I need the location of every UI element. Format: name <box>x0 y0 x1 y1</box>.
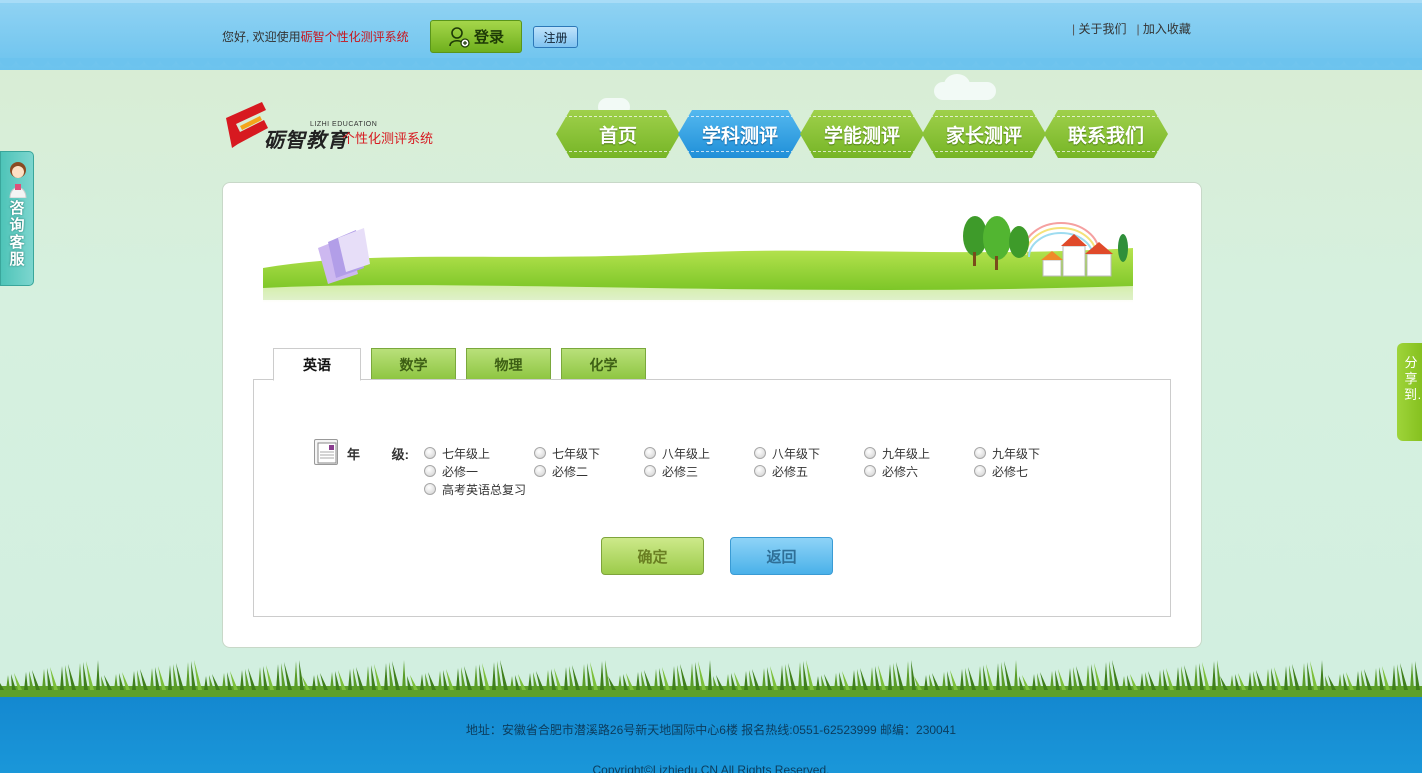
customer-service-widget[interactable]: 咨询客服 <box>0 151 34 286</box>
grade-option-required-1[interactable]: 必修一 <box>424 463 478 479</box>
grade-option-label: 必修五 <box>772 464 809 479</box>
grade-option-label: 必修三 <box>662 464 699 479</box>
logo-subtitle: 个性化测评系统 <box>342 131 434 146</box>
radio-icon[interactable] <box>424 483 436 495</box>
grade-option-required-2[interactable]: 必修二 <box>534 463 588 479</box>
grade-option-required-7[interactable]: 必修七 <box>974 463 1028 479</box>
grass-border-image <box>0 660 1422 700</box>
grade-option-7a[interactable]: 七年级上 <box>424 445 490 461</box>
confirm-button[interactable]: 确定 <box>601 537 704 575</box>
radio-icon[interactable] <box>644 465 656 477</box>
nav-parent-assessment[interactable]: 家长测评 <box>922 110 1046 158</box>
tab-english[interactable]: 英语 <box>273 348 361 381</box>
logo-mark-icon <box>226 102 268 148</box>
radio-icon[interactable] <box>974 465 986 477</box>
grade-option-8b[interactable]: 八年级下 <box>754 445 820 461</box>
consult-label: 咨询客服 <box>9 200 25 268</box>
radio-icon[interactable] <box>534 447 546 459</box>
cloud-decoration <box>944 74 970 96</box>
tab-math[interactable]: 数学 <box>371 348 456 380</box>
tab-physics[interactable]: 物理 <box>466 348 551 380</box>
welcome-greeting: 您好, 欢迎使用砺智个性化测评系统 <box>222 28 409 45</box>
wave-border <box>0 58 1422 74</box>
login-button[interactable]: 登录 <box>430 20 522 53</box>
service-agent-icon <box>9 162 27 198</box>
grade-label-left: 年 <box>347 447 361 462</box>
radio-icon[interactable] <box>424 465 436 477</box>
tab-chemistry[interactable]: 化学 <box>561 348 646 380</box>
add-favorite-link[interactable]: 加入收藏 <box>1136 22 1190 36</box>
radio-icon[interactable] <box>864 465 876 477</box>
grade-label-right: 级: <box>391 447 409 462</box>
grade-option-9a[interactable]: 九年级上 <box>864 445 930 461</box>
radio-icon[interactable] <box>754 465 766 477</box>
footer: 地址：安徽省合肥市潜溪路26号新天地国际中心6楼 报名热线:0551-62523… <box>0 697 1422 773</box>
share-widget[interactable]: 分享到… <box>1397 343 1422 441</box>
nav-subject-assessment[interactable]: 学科测评 <box>678 110 802 158</box>
grade-label: 年 级: <box>347 444 409 463</box>
user-icon <box>448 26 470 48</box>
grade-option-label: 高考英语总复习 <box>442 482 527 497</box>
grade-option-label: 七年级下 <box>552 446 601 461</box>
nav-home[interactable]: 首页 <box>556 110 680 158</box>
system-name: 砺智个性化测评系统 <box>300 30 409 44</box>
grade-option-label: 必修二 <box>552 464 589 479</box>
grade-option-label: 八年级下 <box>772 446 821 461</box>
footer-copyright: Copyright©Lizhiedu.CN All Rights Reserve… <box>592 763 830 773</box>
footer-address: 地址：安徽省合肥市潜溪路26号新天地国际中心6楼 报名热线:0551-62523… <box>465 723 957 737</box>
grade-option-required-6[interactable]: 必修六 <box>864 463 918 479</box>
logo-brand: 砺智教育 <box>264 130 348 152</box>
grade-option-label: 必修一 <box>442 464 479 479</box>
grade-option-gaokao-review[interactable]: 高考英语总复习 <box>424 481 526 497</box>
grade-option-label: 必修六 <box>882 464 919 479</box>
grade-option-required-5[interactable]: 必修五 <box>754 463 808 479</box>
about-us-link[interactable]: 关于我们 <box>1072 22 1126 36</box>
radio-icon[interactable] <box>754 447 766 459</box>
top-links: 关于我们加入收藏 <box>1072 20 1201 37</box>
brand-logo[interactable]: LIZHI EDUCATION 砺智教育 个性化测评系统 <box>222 98 447 153</box>
grade-option-label: 九年级下 <box>992 446 1041 461</box>
radio-icon[interactable] <box>424 447 436 459</box>
grass-banner-image <box>263 216 1133 303</box>
main-panel: 英语 数学 物理 化学 年 级: 七年级上 七年级下 八年级上 八年级下 九年级… <box>222 182 1202 648</box>
radio-icon[interactable] <box>644 447 656 459</box>
radio-icon[interactable] <box>974 447 986 459</box>
notebook-icon <box>314 439 338 465</box>
grade-option-label: 七年级上 <box>442 446 491 461</box>
grade-option-label: 必修七 <box>992 464 1029 479</box>
grade-selection-box: 年 级: 七年级上 七年级下 八年级上 八年级下 九年级上 九年级下 必修一 必… <box>253 379 1171 617</box>
radio-icon[interactable] <box>864 447 876 459</box>
nav-contact-us[interactable]: 联系我们 <box>1044 110 1168 158</box>
grade-option-label: 八年级上 <box>662 446 711 461</box>
register-button[interactable]: 注册 <box>533 26 578 48</box>
main-nav: 首页 学科测评 学能测评 家长测评 联系我们 <box>556 110 1200 158</box>
share-label: 分享到… <box>1404 355 1422 402</box>
back-button[interactable]: 返回 <box>730 537 833 575</box>
grade-option-required-3[interactable]: 必修三 <box>644 463 698 479</box>
greeting-prefix: 您好, 欢迎使用 <box>222 30 301 44</box>
login-label: 登录 <box>473 29 504 46</box>
grade-option-8a[interactable]: 八年级上 <box>644 445 710 461</box>
grade-option-7b[interactable]: 七年级下 <box>534 445 600 461</box>
grade-option-label: 九年级上 <box>882 446 931 461</box>
nav-ability-assessment[interactable]: 学能测评 <box>800 110 924 158</box>
grade-option-9b[interactable]: 九年级下 <box>974 445 1040 461</box>
radio-icon[interactable] <box>534 465 546 477</box>
